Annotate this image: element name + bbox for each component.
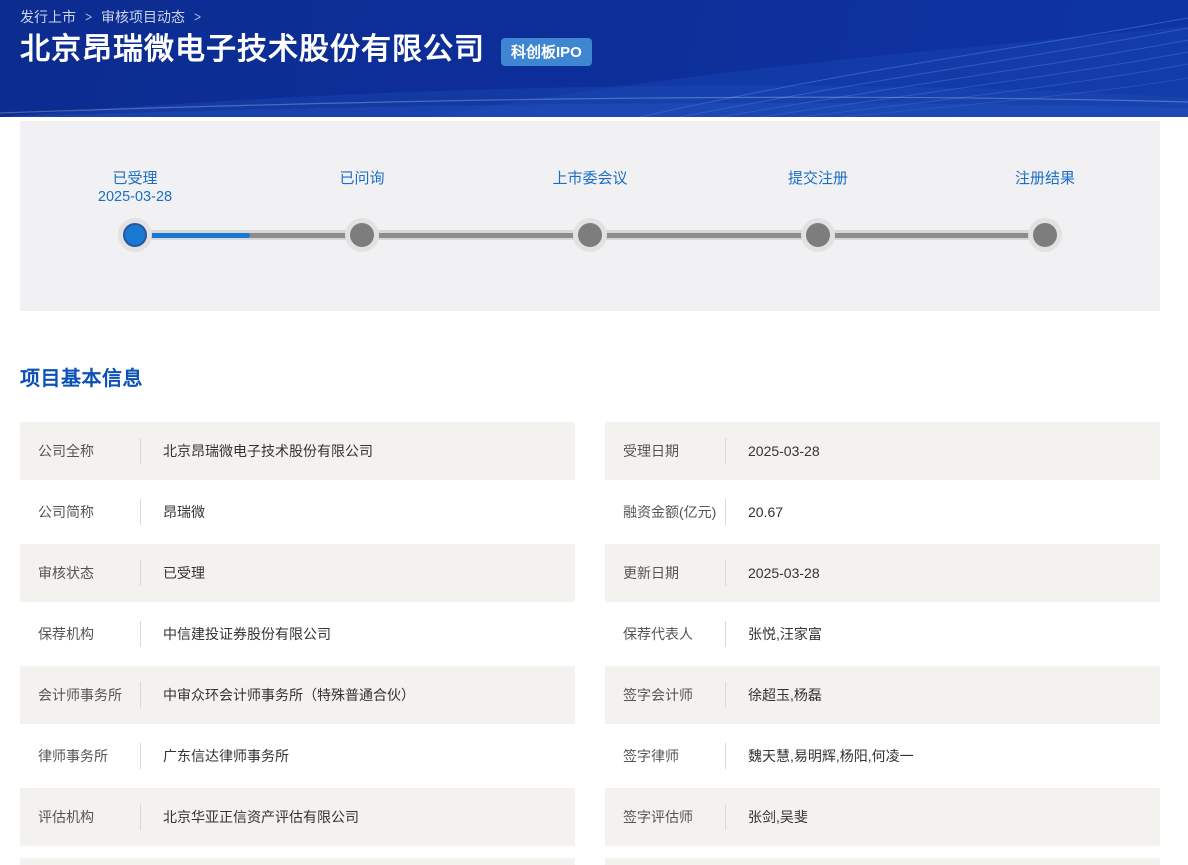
table-row-sponsor-institution: 保荐机构 中信建投证券股份有限公司 bbox=[20, 605, 575, 663]
row-label: 评估机构 bbox=[38, 809, 94, 825]
title-row: 北京昂瑞微电子技术股份有限公司 科创板IPO bbox=[20, 28, 592, 72]
row-label: 会计师事务所 bbox=[38, 687, 122, 703]
row-divider bbox=[725, 560, 726, 586]
row-value: 中信建投证券股份有限公司 bbox=[163, 626, 331, 642]
table-row-signing-appraisers: 签字评估师 张剑,吴斐 bbox=[605, 788, 1160, 846]
company-title: 北京昂瑞微电子技术股份有限公司 bbox=[20, 33, 485, 66]
table-row-acceptance-date: 受理日期 2025-03-28 bbox=[605, 422, 1160, 480]
partial-next-row bbox=[605, 858, 1160, 865]
breadcrumb-chevron-icon: > bbox=[194, 8, 202, 26]
step-registration-result-dot-icon bbox=[1033, 223, 1057, 247]
table-row-update-date: 更新日期 2025-03-28 bbox=[605, 544, 1160, 602]
step-submit-registration-dot-icon bbox=[806, 223, 830, 247]
breadcrumb-item-review-project-status[interactable]: 审核项目动态 bbox=[101, 7, 185, 27]
step-submit-registration-label: 提交注册 bbox=[787, 170, 848, 187]
row-divider bbox=[140, 743, 141, 769]
review-progress-stepper: 已受理 2025-03-28 已问询 上市委会议 提交注册 注册结果 bbox=[20, 121, 1160, 311]
row-label: 审核状态 bbox=[38, 565, 94, 581]
row-value: 广东信达律师事务所 bbox=[163, 748, 289, 764]
row-divider bbox=[725, 682, 726, 708]
step-registration-result-label: 注册结果 bbox=[1014, 170, 1075, 187]
step-accepted-dot-icon bbox=[123, 223, 147, 247]
table-row-company-short-name: 公司简称 昂瑞微 bbox=[20, 483, 575, 541]
step-accepted-date: 2025-03-28 bbox=[97, 189, 173, 205]
table-row-company-full-name: 公司全称 北京昂瑞微电子技术股份有限公司 bbox=[20, 422, 575, 480]
row-label: 保荐机构 bbox=[38, 626, 94, 642]
row-divider bbox=[725, 804, 726, 830]
stepper-track-progress bbox=[138, 233, 250, 238]
row-value: 张剑,吴斐 bbox=[748, 809, 808, 825]
table-row-appraisal-institution: 评估机构 北京华亚正信资产评估有限公司 bbox=[20, 788, 575, 846]
table-row-financing-amount: 融资金额(亿元) 20.67 bbox=[605, 483, 1160, 541]
row-label: 签字评估师 bbox=[623, 809, 693, 825]
row-value: 张悦,汪家富 bbox=[748, 626, 822, 642]
row-value: 20.67 bbox=[748, 504, 784, 520]
table-row-accounting-firm: 会计师事务所 中审众环会计师事务所（特殊普通合伙） bbox=[20, 666, 575, 724]
row-value: 已受理 bbox=[163, 565, 205, 581]
step-accepted-label: 已受理 bbox=[112, 170, 158, 187]
row-divider bbox=[140, 438, 141, 464]
row-label: 保荐代表人 bbox=[623, 626, 693, 642]
step-listing-committee-label: 上市委会议 bbox=[552, 170, 628, 187]
row-label: 更新日期 bbox=[623, 565, 679, 581]
row-value: 徐超玉,杨磊 bbox=[748, 687, 822, 703]
row-value: 北京昂瑞微电子技术股份有限公司 bbox=[163, 443, 373, 459]
row-divider bbox=[140, 621, 141, 647]
breadcrumb-item-issue-listing[interactable]: 发行上市 bbox=[20, 7, 76, 27]
ipo-board-badge: 科创板IPO bbox=[501, 38, 592, 66]
row-value: 北京华亚正信资产评估有限公司 bbox=[163, 809, 359, 825]
row-divider bbox=[725, 743, 726, 769]
info-column-left: 公司全称 北京昂瑞微电子技术股份有限公司 公司简称 昂瑞微 审核状态 已受理 保… bbox=[20, 422, 575, 849]
row-divider bbox=[725, 621, 726, 647]
row-label: 受理日期 bbox=[623, 443, 679, 459]
row-value: 昂瑞微 bbox=[163, 504, 205, 520]
row-value: 魏天慧,易明辉,杨阳,何凌一 bbox=[748, 748, 914, 764]
breadcrumb-chevron-icon: > bbox=[85, 8, 93, 26]
page: 发行上市 > 审核项目动态 > 北京昂瑞微电子技术股份有限公司 科创板IPO 已… bbox=[0, 0, 1188, 865]
page-header: 发行上市 > 审核项目动态 > 北京昂瑞微电子技术股份有限公司 科创板IPO bbox=[0, 0, 1188, 117]
row-label: 融资金额(亿元) bbox=[623, 504, 717, 520]
row-label: 公司简称 bbox=[38, 504, 94, 520]
table-row-law-firm: 律师事务所 广东信达律师事务所 bbox=[20, 727, 575, 785]
row-label: 公司全称 bbox=[38, 443, 94, 459]
table-row-signing-lawyers: 签字律师 魏天慧,易明辉,杨阳,何凌一 bbox=[605, 727, 1160, 785]
row-label: 签字会计师 bbox=[623, 687, 693, 703]
row-value: 2025-03-28 bbox=[748, 565, 820, 581]
row-value: 2025-03-28 bbox=[748, 443, 820, 459]
step-listing-committee-dot-icon bbox=[578, 223, 602, 247]
table-row-signing-accountants: 签字会计师 徐超玉,杨磊 bbox=[605, 666, 1160, 724]
row-divider bbox=[140, 804, 141, 830]
info-column-right: 受理日期 2025-03-28 融资金额(亿元) 20.67 更新日期 2025… bbox=[605, 422, 1160, 849]
row-value: 中审众环会计师事务所（特殊普通合伙） bbox=[163, 687, 415, 703]
breadcrumb: 发行上市 > 审核项目动态 > bbox=[20, 7, 201, 27]
row-divider bbox=[725, 499, 726, 525]
table-row-sponsor-representatives: 保荐代表人 张悦,汪家富 bbox=[605, 605, 1160, 663]
table-row-review-status: 审核状态 已受理 bbox=[20, 544, 575, 602]
row-divider bbox=[140, 560, 141, 586]
row-label: 律师事务所 bbox=[38, 748, 108, 764]
row-label: 签字律师 bbox=[623, 748, 679, 764]
row-divider bbox=[140, 682, 141, 708]
section-title-basic-info: 项目基本信息 bbox=[20, 368, 143, 390]
step-inquired-label: 已问询 bbox=[339, 170, 385, 187]
row-divider bbox=[725, 438, 726, 464]
step-inquired-dot-icon bbox=[350, 223, 374, 247]
partial-next-row bbox=[20, 858, 575, 865]
row-divider bbox=[140, 499, 141, 525]
